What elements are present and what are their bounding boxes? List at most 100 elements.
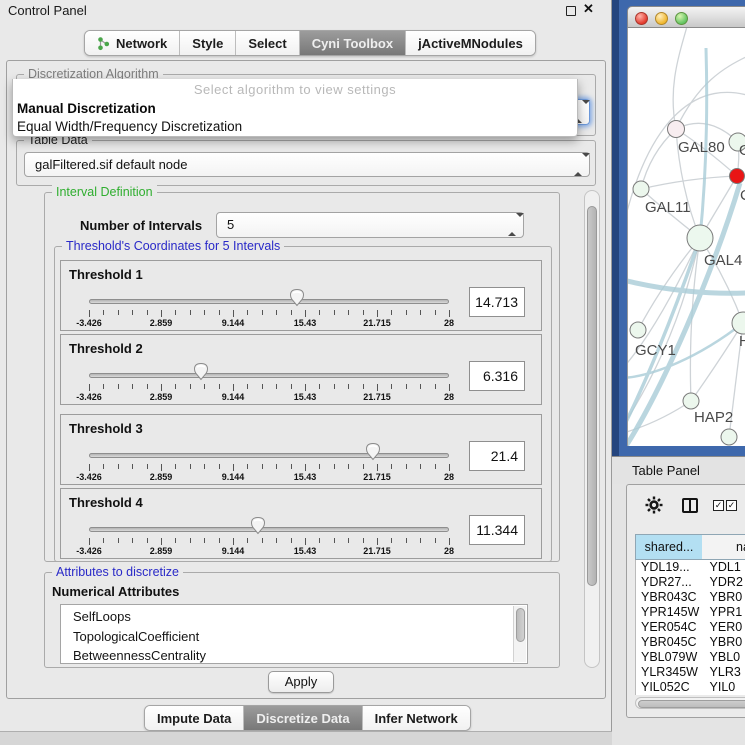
table-cell[interactable]: YPR145W — [636, 605, 703, 620]
network-node-label-gcy1: GCY1 — [635, 342, 676, 359]
network-graph[interactable]: GAL80G.CGAL11GAL4GCY1HHAP2 — [628, 28, 745, 446]
settings-scrollbar[interactable] — [584, 190, 600, 668]
slider-tick — [406, 310, 407, 315]
attribute-item-betweennesscentrality[interactable]: BetweennessCentrality — [61, 646, 527, 664]
network-node-bottom-node[interactable] — [721, 429, 737, 445]
table-data-combobox[interactable]: galFiltered.sif default node — [24, 152, 590, 177]
attribute-item-topologicalcoefficient[interactable]: TopologicalCoefficient — [61, 627, 527, 647]
network-canvas[interactable]: GAL80G.CGAL11GAL4GCY1HHAP2 — [627, 28, 745, 446]
slider-thumb[interactable] — [193, 362, 209, 381]
slider-tick — [118, 538, 119, 543]
table-hscrollbar[interactable] — [635, 697, 745, 709]
slider-track[interactable] — [89, 373, 449, 378]
dropdown-option-manual-discretization[interactable]: Manual Discretization — [17, 101, 156, 116]
tab-impute-data[interactable]: Impute Data — [145, 706, 244, 730]
gear-icon[interactable] — [645, 496, 663, 519]
table-cell[interactable]: YDR27... — [636, 575, 703, 590]
table-row[interactable]: YPR145WYPR1 — [636, 605, 745, 620]
slider-tick — [406, 384, 407, 389]
attributes-list-scrollbar[interactable] — [513, 606, 526, 662]
num-intervals-combobox[interactable]: 5 — [216, 212, 524, 238]
network-window-titlebar[interactable] — [627, 6, 745, 28]
settings-scrollbar-thumb[interactable] — [587, 206, 597, 586]
slider-tick — [161, 538, 162, 545]
slider-tick — [132, 464, 133, 469]
split-column-icon[interactable] — [682, 498, 698, 513]
close-traffic-light[interactable] — [635, 12, 648, 25]
table-cell[interactable]: YIL052C — [636, 680, 703, 695]
slider-tick — [118, 464, 119, 469]
table-cell[interactable]: YPR1 — [703, 605, 745, 620]
slider-tick — [305, 384, 306, 391]
table-cell[interactable]: YDL19... — [636, 560, 703, 575]
slider-tick-label: 28 — [444, 318, 454, 328]
table-cell[interactable]: YLR3 — [703, 665, 745, 680]
table-row[interactable]: YDR27...YDR2 — [636, 575, 745, 590]
table-row[interactable]: YBL079WYBL0 — [636, 650, 745, 665]
num-intervals-value: 5 — [227, 217, 234, 232]
tab-jactivemnodules[interactable]: jActiveMNodules — [406, 31, 535, 55]
table-row[interactable]: YBR043CYBR0 — [636, 590, 745, 605]
column-header-name[interactable]: na — [702, 534, 745, 560]
slider-thumb[interactable] — [289, 288, 305, 307]
threshold-value-field[interactable]: 21.4 — [469, 441, 525, 471]
zoom-traffic-light[interactable] — [675, 12, 688, 25]
tab-discretize-data[interactable]: Discretize Data — [244, 706, 362, 730]
slider-thumb[interactable] — [250, 516, 266, 535]
attribute-item-selfloops[interactable]: SelfLoops — [61, 607, 527, 627]
network-node-label-gal-top-right: G. — [739, 142, 745, 159]
slider-tick — [118, 384, 119, 389]
checkbox-icon[interactable]: ✓ — [726, 500, 737, 511]
close-icon[interactable]: ✕ — [583, 1, 594, 17]
column-header-shared-name[interactable]: shared... — [635, 534, 702, 560]
table-cell[interactable]: YER054C — [636, 620, 703, 635]
slider-track[interactable] — [89, 299, 449, 304]
tab-cyni-toolbox[interactable]: Cyni Toolbox — [300, 31, 406, 55]
table-cell[interactable]: YBL079W — [636, 650, 703, 665]
network-node-gal11[interactable] — [633, 181, 649, 197]
threshold-value-field[interactable]: 14.713 — [469, 287, 525, 317]
threshold-panel: Threshold 2 6.316 -3.4262.8599.14415.432… — [60, 334, 542, 405]
table-cell[interactable]: YBR045C — [636, 635, 703, 650]
table-row[interactable]: YDL19...YDL1 — [636, 560, 745, 575]
table-row[interactable]: YER054CYER0 — [636, 620, 745, 635]
table-cell[interactable]: YLR345W — [636, 665, 703, 680]
table-cell[interactable]: YBR0 — [703, 635, 745, 650]
network-node-gcy1[interactable] — [630, 322, 646, 338]
apply-button[interactable]: Apply — [268, 671, 334, 693]
threshold-value-field[interactable]: 6.316 — [469, 361, 525, 391]
table-cell[interactable]: YBL0 — [703, 650, 745, 665]
attributes-list: SelfLoopsTopologicalCoefficientBetweenne… — [60, 604, 528, 664]
network-node-red-node[interactable] — [730, 169, 745, 184]
slider-track[interactable] — [89, 453, 449, 458]
table-cell[interactable]: YIL0 — [703, 680, 745, 695]
table-cell[interactable]: YBR043C — [636, 590, 703, 605]
slider-tick — [161, 384, 162, 391]
dropdown-option-equal-width-frequency[interactable]: Equal Width/Frequency Discretization — [17, 119, 242, 134]
tab-network[interactable]: Network — [85, 31, 180, 55]
table-cell[interactable]: YDL1 — [703, 560, 745, 575]
tab-infer-network[interactable]: Infer Network — [363, 706, 470, 730]
minimize-traffic-light[interactable] — [655, 12, 668, 25]
slider-thumb[interactable] — [365, 442, 381, 461]
network-node-gal4[interactable] — [687, 225, 713, 251]
tab-style[interactable]: Style — [180, 31, 236, 55]
table-hscrollbar-thumb[interactable] — [638, 700, 745, 708]
table-row[interactable]: YIL052CYIL0 — [636, 680, 745, 695]
slider-tick — [233, 538, 234, 545]
network-node-gal80[interactable] — [668, 121, 685, 138]
slider-tick — [219, 538, 220, 543]
float-window-icon[interactable] — [566, 6, 576, 16]
table-cell[interactable]: YBR0 — [703, 590, 745, 605]
table-row[interactable]: YBR045CYBR0 — [636, 635, 745, 650]
checkbox-icon[interactable]: ✓ — [713, 500, 724, 511]
slider-track[interactable] — [89, 527, 449, 532]
threshold-value-field[interactable]: 11.344 — [469, 515, 525, 545]
table-row[interactable]: YLR345WYLR3 — [636, 665, 745, 680]
threshold-panel: Threshold 1 14.713 -3.4262.8599.14415.43… — [60, 260, 542, 331]
tab-select[interactable]: Select — [236, 31, 299, 55]
table-cell[interactable]: YER0 — [703, 620, 745, 635]
table-cell[interactable]: YDR2 — [703, 575, 745, 590]
slider-tick — [262, 384, 263, 389]
network-node-hap2[interactable] — [683, 393, 699, 409]
